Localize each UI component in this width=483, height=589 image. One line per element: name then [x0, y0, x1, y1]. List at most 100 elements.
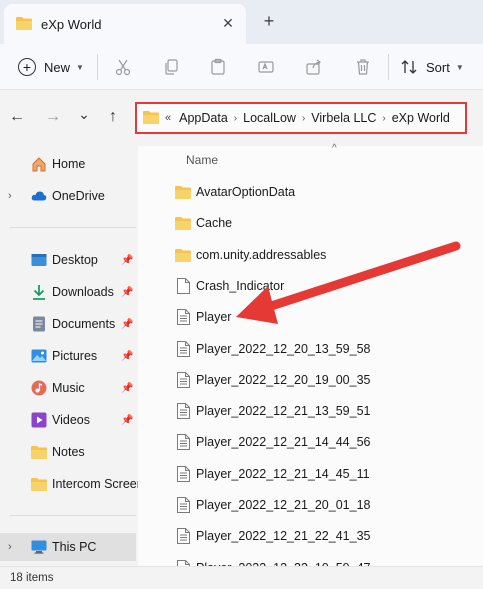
sort-ascending-icon: ^: [332, 143, 337, 154]
file-name: Player_2022_12_21_14_45_11: [196, 466, 370, 481]
navigation-bar: ← → ⌄ ↑ « AppData › LocalLow › Virbela L…: [0, 90, 483, 146]
file-name: Player_2022_12_20_19_00_35: [196, 372, 371, 387]
sidebar-item-label: Music: [52, 381, 85, 395]
folder-icon: [174, 183, 192, 201]
desktop-icon: [31, 252, 47, 268]
pin-icon[interactable]: 📌: [121, 287, 133, 298]
music-icon: [31, 380, 47, 396]
file-row[interactable]: com.unity.addressables: [170, 243, 470, 267]
breadcrumb-separator[interactable]: ›: [382, 113, 385, 124]
text-file-icon: [174, 402, 192, 420]
sidebar-item-notes[interactable]: Notes: [0, 438, 136, 466]
chevron-right-icon[interactable]: ›: [8, 190, 12, 202]
video-icon: [31, 412, 47, 428]
file-name: Player_2022_12_21_20_01_18: [196, 498, 371, 512]
divider: [388, 54, 389, 80]
text-file-icon: [174, 340, 192, 358]
sidebar-item-onedrive[interactable]: › OneDrive: [0, 182, 136, 210]
up-arrow-icon[interactable]: ↑: [104, 108, 122, 126]
close-icon[interactable]: ✕: [220, 15, 236, 31]
text-file-icon: [174, 527, 192, 545]
file-name: Player_2022_12_20_13_59_58: [196, 341, 371, 356]
sidebar-item-downloads[interactable]: Downloads 📌: [0, 278, 136, 306]
pin-icon[interactable]: 📌: [121, 351, 133, 362]
text-file-icon: [174, 371, 192, 389]
rename-icon[interactable]: [255, 56, 277, 78]
folder-icon: [16, 16, 32, 33]
sidebar-item-label: Desktop: [52, 253, 98, 267]
file-row[interactable]: Cache: [170, 211, 470, 235]
tab-exp-world[interactable]: eXp World ✕: [4, 4, 246, 44]
item-count: 18 items: [10, 572, 54, 584]
pin-icon[interactable]: 📌: [121, 255, 133, 266]
download-icon: [31, 284, 47, 300]
address-bar[interactable]: « AppData › LocalLow › Virbela LLC › eXp…: [135, 102, 467, 134]
breadcrumb-separator[interactable]: ›: [234, 113, 237, 124]
file-row[interactable]: Player_2022_12_20_19_00_35: [170, 368, 470, 392]
status-bar: 18 items: [0, 566, 483, 589]
pin-icon[interactable]: 📌: [121, 415, 133, 426]
file-row[interactable]: Crash_Indicator: [170, 274, 470, 298]
file-row[interactable]: Player_2022_12_21_14_45_11: [170, 462, 470, 486]
file-row[interactable]: Player_2022_12_21_22_41_35: [170, 524, 470, 548]
breadcrumb-separator[interactable]: ›: [302, 113, 305, 124]
sort-button[interactable]: Sort ▼: [400, 52, 472, 82]
sidebar-item-videos[interactable]: Videos 📌: [0, 406, 136, 434]
new-tab-button[interactable]: +: [258, 10, 280, 32]
breadcrumb-appdata[interactable]: AppData: [179, 111, 228, 125]
sidebar-item-this-pc[interactable]: › This PC: [0, 533, 136, 561]
divider: [10, 515, 136, 516]
file-name: Cache: [196, 216, 233, 231]
sidebar-item-pictures[interactable]: Pictures 📌: [0, 342, 136, 370]
breadcrumb-locallow[interactable]: LocalLow: [243, 111, 296, 125]
file-row[interactable]: Player: [170, 305, 470, 329]
breadcrumb-overflow[interactable]: «: [165, 112, 171, 124]
document-icon: [31, 316, 47, 332]
sidebar-item-label: Downloads: [52, 285, 114, 299]
delete-icon[interactable]: [352, 56, 374, 78]
folder-icon: [174, 214, 192, 232]
share-icon[interactable]: [303, 56, 325, 78]
sidebar-item-label: Home: [52, 157, 86, 171]
folder-icon: [174, 246, 192, 264]
copy-icon[interactable]: [160, 56, 182, 78]
sidebar-item-home[interactable]: Home: [0, 150, 136, 178]
sidebar-item-intercom-screenshots[interactable]: Intercom Screer: [0, 470, 141, 498]
file-name: AvatarOptionData: [196, 185, 296, 199]
breadcrumb-virbela-llc[interactable]: Virbela LLC: [311, 111, 376, 125]
file-name: Crash_Indicator: [196, 278, 285, 293]
sidebar-item-music[interactable]: Music 📌: [0, 374, 136, 402]
folder-icon: [31, 444, 47, 460]
paste-icon[interactable]: [207, 56, 229, 78]
file-name: Player: [196, 310, 232, 325]
breadcrumb-exp-world[interactable]: eXp World: [392, 111, 450, 125]
text-file-icon: [174, 496, 192, 514]
pin-icon[interactable]: 📌: [121, 319, 133, 330]
tab-bar: eXp World ✕ +: [0, 0, 483, 44]
file-row[interactable]: Player_2022_12_21_20_01_18: [170, 493, 470, 517]
sidebar-item-desktop[interactable]: Desktop 📌: [0, 246, 136, 274]
file-row[interactable]: AvatarOptionData: [170, 180, 470, 204]
recent-locations-icon[interactable]: ⌄: [75, 105, 93, 123]
file-row[interactable]: Player_2022_12_21_13_59_51: [170, 399, 470, 423]
column-header-name[interactable]: Name: [186, 153, 218, 167]
forward-arrow-icon[interactable]: →: [44, 108, 62, 126]
sort-icon: [400, 58, 418, 76]
command-bar: + New ▼ Sort ▼: [0, 44, 483, 90]
sidebar-item-label: OneDrive: [52, 189, 105, 203]
divider: [97, 54, 98, 80]
file-row[interactable]: Player_2022_12_20_13_59_58: [170, 337, 470, 361]
sidebar-item-label: This PC: [52, 540, 97, 554]
file-row[interactable]: Player_2022_12_21_14_44_56: [170, 430, 470, 454]
file-name: Player_2022_12_21_22_41_35: [196, 529, 371, 544]
sidebar-item-label: Notes: [52, 445, 85, 459]
cloud-icon: [31, 188, 47, 204]
cut-icon[interactable]: [112, 56, 134, 78]
new-button[interactable]: + New ▼: [10, 52, 86, 82]
pin-icon[interactable]: 📌: [121, 383, 133, 394]
sidebar-item-documents[interactable]: Documents 📌: [0, 310, 136, 338]
back-arrow-icon[interactable]: ←: [8, 108, 26, 126]
sidebar-item-label: Intercom Screer: [52, 477, 141, 491]
chevron-right-icon[interactable]: ›: [8, 541, 12, 553]
folder-icon: [143, 110, 159, 127]
